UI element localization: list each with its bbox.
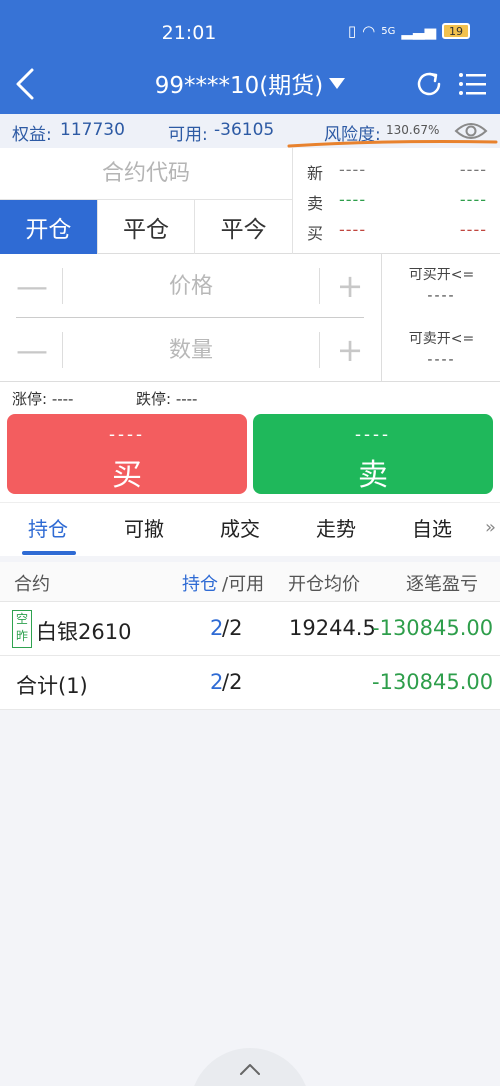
can-buy-label: 可买开<= — [408, 267, 475, 283]
tab-positions[interactable]: 持仓 — [28, 513, 68, 542]
total-label: 合计(1) — [16, 674, 88, 698]
col-avg-price: 开仓均价 — [288, 574, 360, 595]
can-sell-label: 可卖开<= — [408, 331, 475, 347]
buy-button[interactable]: ---- 买 — [7, 414, 247, 494]
quote-row-bid: 买 ---- ---- — [293, 214, 500, 244]
quote-value: ---- — [339, 160, 367, 179]
available-qty-panel: 可买开<= ---- 可卖开<= ---- — [381, 254, 500, 382]
tab-cancelable[interactable]: 可撤 — [124, 513, 164, 542]
quote-value: ---- — [339, 220, 367, 239]
signal-icon: ▂▃▅ — [401, 22, 436, 40]
table-total-row: 合计(1) 2 /2 -130845.00 — [0, 656, 500, 710]
quote-value: ---- — [339, 190, 367, 209]
badge-short: 空 — [15, 612, 28, 626]
battery-icon: 19 — [442, 23, 470, 39]
quote-value: ---- — [459, 160, 487, 179]
table-row[interactable]: 空 昨 白银2610 2 /2 19244.5 -130845.00 — [0, 602, 500, 656]
limit-down: 跌停: ---- — [136, 390, 198, 408]
account-title: 99****10(期货) — [154, 73, 324, 99]
tab-open[interactable]: 开仓 — [0, 200, 98, 254]
limit-up: 涨停: ---- — [12, 390, 74, 408]
price-plus-button[interactable]: + — [328, 267, 372, 305]
quantity-input[interactable] — [62, 332, 320, 368]
quote-row-ask: 卖 ---- ---- — [293, 184, 500, 214]
status-time: 21:01 — [161, 22, 217, 44]
can-buy-value: ---- — [427, 288, 456, 304]
sell-label: 卖 — [358, 459, 388, 492]
open-close-tabs: 开仓 平仓 平今 — [0, 200, 292, 254]
quote-value: ---- — [459, 190, 487, 209]
sell-price: ---- — [355, 424, 391, 444]
col-available: /可用 — [222, 574, 265, 595]
row-available: /2 — [222, 616, 243, 640]
total-pnl: -130845.00 — [372, 670, 494, 694]
vibrate-icon: ▯ — [347, 22, 357, 40]
dropdown-caret-icon — [329, 77, 346, 89]
sell-button[interactable]: ---- 卖 — [253, 414, 493, 494]
quote-label: 买 — [307, 224, 324, 243]
buy-price: ---- — [109, 424, 145, 444]
price-limits: 涨停: ---- 跌停: ---- — [0, 382, 500, 412]
risk-value: 130.67% — [386, 123, 440, 137]
row-avg-price: 19244.5 — [289, 616, 376, 640]
quantity-stepper: — + — [0, 318, 380, 382]
tab-trend[interactable]: 走势 — [316, 513, 356, 542]
col-position: 持仓 — [182, 574, 218, 595]
position-tabs: 持仓 可撤 成交 走势 自选 » — [0, 502, 500, 556]
order-panel: 开仓 平仓 平今 新 ---- ---- 卖 ---- ---- 买 ---- … — [0, 148, 500, 254]
qty-minus-button[interactable]: — — [10, 331, 54, 369]
refresh-icon[interactable] — [413, 68, 445, 100]
price-minus-button[interactable]: — — [10, 267, 54, 305]
wifi-icon: ◠ — [362, 22, 376, 40]
quote-value: ---- — [459, 220, 487, 239]
quote-row-last: 新 ---- ---- — [293, 154, 500, 184]
status-icons: ▯ ◠ 5G ▂▃▅ 19 — [348, 22, 470, 40]
table-header: 合约 持仓 /可用 开仓均价 逐笔盈亏 — [0, 562, 500, 602]
badge-yesterday: 昨 — [15, 629, 28, 643]
price-stepper: — + — [0, 254, 380, 318]
col-contract: 合约 — [14, 574, 50, 595]
quote-label: 新 — [307, 164, 324, 183]
status-bar: 21:01 ▯ ◠ 5G ▂▃▅ 19 — [0, 0, 500, 60]
more-tabs-icon[interactable]: » — [485, 517, 496, 538]
contract-code-input[interactable] — [0, 148, 292, 200]
price-qty-panel: — + — + 可买开<= ---- 可卖开<= ---- — [0, 254, 500, 382]
price-input[interactable] — [62, 268, 320, 304]
tab-close-today[interactable]: 平今 — [195, 200, 292, 254]
menu-icon[interactable] — [456, 68, 488, 100]
row-pnl: -130845.00 — [372, 616, 494, 640]
quote-panel: 新 ---- ---- 卖 ---- ---- 买 ---- ---- — [292, 148, 500, 254]
signal-label: 5G — [381, 25, 396, 37]
can-sell-value: ---- — [427, 352, 456, 368]
chevron-up-icon — [240, 1064, 260, 1075]
action-buttons: ---- 买 ---- 卖 — [0, 410, 500, 502]
buy-label: 买 — [112, 459, 142, 492]
quote-label: 卖 — [307, 194, 324, 213]
tab-trades[interactable]: 成交 — [220, 513, 260, 542]
available-value: -36105 — [214, 120, 275, 140]
app-header: 21:01 ▯ ◠ 5G ▂▃▅ 19 99****10(期货) — [0, 0, 500, 114]
active-tab-indicator — [22, 551, 76, 555]
equity-label: 权益: — [12, 125, 52, 145]
total-available: /2 — [222, 670, 243, 694]
equity-value: 117730 — [60, 120, 125, 140]
position-badge: 空 昨 — [12, 610, 32, 648]
nav-bar: 99****10(期货) — [0, 60, 500, 114]
col-pnl: 逐笔盈亏 — [406, 574, 478, 595]
tab-watchlist[interactable]: 自选 — [412, 513, 452, 542]
row-contract: 白银2610 — [36, 620, 132, 644]
qty-plus-button[interactable]: + — [328, 331, 372, 369]
available-label: 可用: — [168, 125, 208, 145]
tab-close[interactable]: 平仓 — [98, 200, 196, 254]
